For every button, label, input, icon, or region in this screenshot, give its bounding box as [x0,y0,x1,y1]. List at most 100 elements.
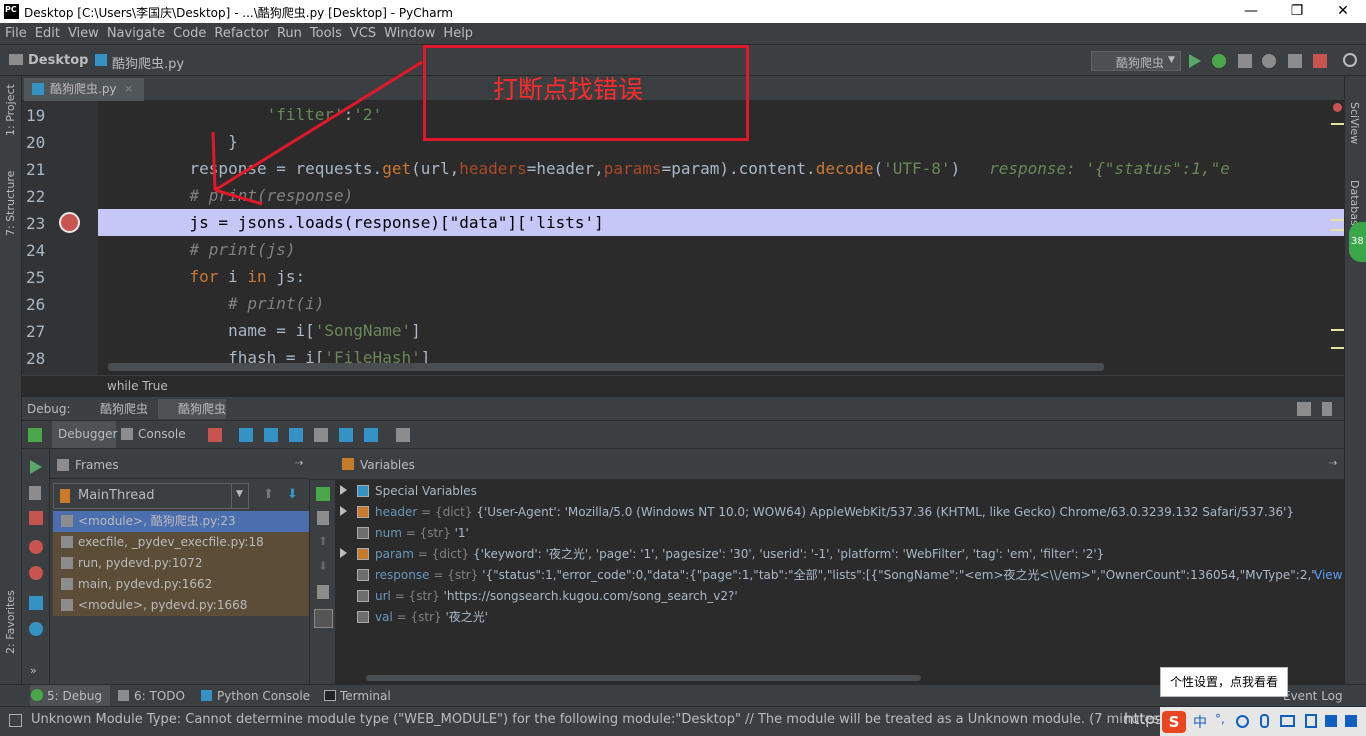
step-into-icon[interactable] [264,428,278,442]
badge-count[interactable]: 38 [1349,222,1366,262]
error-stripe-marker[interactable] [1331,329,1344,331]
step-into-my-code-icon[interactable] [289,428,303,442]
tab-console[interactable]: Console [138,427,186,441]
variable-row[interactable]: url = {str} 'https://songsearch.kugou.co… [357,586,738,607]
copy-icon[interactable] [317,585,329,599]
breadcrumb-item[interactable]: while True [107,379,168,393]
run-to-cursor-icon[interactable] [364,428,378,442]
view-breakpoints-icon[interactable] [29,540,43,554]
remove-watch-icon[interactable] [317,511,329,525]
move-down-icon[interactable]: ⬇ [318,559,328,573]
debug-bug-icon[interactable] [1212,54,1226,68]
thread-dropdown[interactable]: ▼ [231,484,249,508]
variable-row[interactable]: response = {str} '{"status":1,"error_cod… [357,565,1317,586]
up-arrow-icon[interactable]: ⬆ [263,487,274,502]
new-watch-icon[interactable] [316,487,330,501]
minimize-button[interactable]: — [1228,0,1274,23]
profile-icon[interactable] [1262,54,1276,68]
show-values-toggle-icon[interactable] [314,609,333,628]
toggle-tool-windows-icon[interactable] [9,714,22,727]
step-over-icon[interactable] [239,428,253,442]
sogou-logo-icon[interactable]: S [1162,711,1186,733]
menu-run[interactable]: Run [272,23,305,44]
move-up-icon[interactable]: ⬆ [318,534,328,548]
grid-icon[interactable] [1345,715,1357,727]
tab-debug[interactable]: 5: Debug [30,685,110,707]
step-out-icon[interactable] [339,428,353,442]
menu-help[interactable]: Help [438,23,476,44]
frame-item[interactable]: <module>, pydevd.py:1668 [53,595,309,616]
menu-view[interactable]: View [63,23,102,44]
pin-icon[interactable]: ⇢ [295,458,303,469]
frame-item[interactable]: execfile, _pydev_execfile.py:18 [53,532,309,553]
view-link[interactable]: View [1314,565,1342,586]
skin-icon[interactable] [1305,714,1317,728]
editor-tab-file[interactable]: 酷狗爬虫.py × [24,78,144,101]
error-stripe-marker[interactable] [1331,219,1344,221]
debug-session-tab-active[interactable]: 酷狗爬虫 [158,399,227,419]
favorites-tool-button[interactable]: 2: Favorites [4,590,17,654]
show-execution-point-icon[interactable] [208,428,222,442]
error-stripe-marker[interactable] [1331,123,1344,125]
structure-tool-button[interactable]: 7: Structure [4,171,17,236]
rerun-icon[interactable] [28,428,42,442]
debug-session-tab[interactable]: 酷狗爬虫 [80,399,148,419]
project-tool-button[interactable]: 1: Project [4,84,17,136]
frame-item-selected[interactable]: <module>, 酷狗爬虫.py:23 [53,511,309,532]
expand-arrow-icon[interactable] [340,548,347,558]
maximize-button[interactable]: ❐ [1274,0,1320,23]
error-indicator-icon[interactable] [1333,103,1342,112]
nav-project[interactable]: Desktop [28,53,88,68]
menu-window[interactable]: Window [379,23,438,44]
microphone-icon[interactable] [1260,714,1269,728]
menu-refactor[interactable]: Refactor [209,23,272,44]
restore-layout-icon[interactable] [29,596,43,610]
tab-terminal[interactable]: Terminal [323,685,391,707]
evaluate-expression-icon[interactable] [396,428,410,442]
concurrency-icon[interactable] [1288,54,1302,68]
variables-horizontal-scrollbar[interactable] [366,675,921,681]
variable-row[interactable]: Special Variables [340,481,477,502]
nav-file[interactable]: 酷狗爬虫.py [112,53,184,72]
coverage-icon[interactable] [1238,54,1252,68]
run-config-select[interactable]: 酷狗爬虫 ▼ [1091,51,1181,71]
frame-item[interactable]: run, pydevd.py:1072 [53,553,309,574]
close-button[interactable]: ✕ [1320,0,1366,23]
ime-mode-icon[interactable]: 中 [1193,712,1207,732]
run-icon[interactable] [1189,54,1201,68]
breakpoint-icon[interactable] [59,212,80,233]
menu-vcs[interactable]: VCS [345,23,379,44]
stop-debug-icon[interactable] [29,511,43,525]
gear-icon[interactable] [1297,402,1311,416]
resume-icon[interactable] [30,460,42,474]
pause-icon[interactable] [29,486,41,500]
code-editor[interactable]: 19 'filter':'2' 20 } 21 response = reque… [22,101,1344,375]
stop-icon[interactable] [1313,54,1327,68]
mute-breakpoints-icon[interactable] [29,566,43,580]
menu-edit[interactable]: Edit [30,23,63,44]
down-arrow-icon[interactable]: ⬇ [287,487,298,502]
variable-row[interactable]: num = {str} '1' [357,523,469,544]
variable-row[interactable]: param = {dict} {'keyword': '夜之光', 'page'… [340,544,1104,565]
sciview-tool-button[interactable]: SciView [1348,102,1361,144]
horizontal-scrollbar[interactable] [108,363,1104,371]
punctuation-icon[interactable]: °, [1215,712,1225,726]
settings-icon[interactable] [29,622,43,636]
more-actions-icon[interactable]: » [30,664,37,677]
hide-panel-icon[interactable] [1322,402,1332,416]
frame-item[interactable]: main, pydevd.py:1662 [53,574,309,595]
expand-arrow-icon[interactable] [340,506,347,516]
variable-row[interactable]: header = {dict} {'User-Agent': 'Mozilla/… [340,502,1294,523]
emoji-icon[interactable] [1236,715,1249,728]
tab-debugger[interactable]: Debugger [52,421,117,448]
menu-navigate[interactable]: Navigate [102,23,168,44]
error-stripe-marker[interactable] [1331,229,1344,231]
pin-icon[interactable]: ⇢ [1329,458,1337,469]
tab-python-console[interactable]: Python Console [200,685,310,707]
search-icon[interactable] [1343,53,1357,67]
menu-code[interactable]: Code [168,23,209,44]
toolbox-icon[interactable] [1325,715,1337,727]
expand-arrow-icon[interactable] [340,485,347,495]
status-message[interactable]: Unknown Module Type: Cannot determine mo… [31,712,1193,727]
variable-row[interactable]: val = {str} '夜之光' [357,607,488,628]
